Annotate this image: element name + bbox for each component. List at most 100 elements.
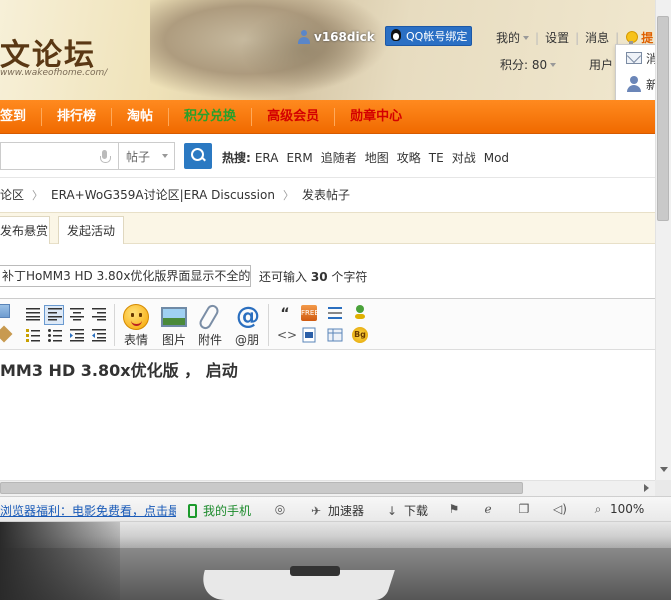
download-label: 下载 — [404, 504, 429, 518]
hot-keyword[interactable]: ERA — [255, 151, 279, 165]
post-type-tabs: 发布悬赏 发起活动 — [0, 212, 655, 244]
scroll-down-arrow-icon[interactable] — [660, 467, 668, 472]
scroll-corner — [655, 480, 671, 496]
divider: | — [615, 30, 620, 45]
mention-button[interactable]: @ @朋 — [230, 302, 264, 348]
zoom-value: 100% — [610, 502, 645, 516]
emoji-button[interactable]: 表情 — [119, 302, 153, 348]
scroll-right-arrow-icon[interactable] — [644, 484, 649, 492]
download-arrow-icon: ↓ — [386, 503, 398, 518]
window-button[interactable]: ❐ — [516, 502, 536, 516]
username-link[interactable]: v168dick — [314, 30, 375, 44]
accelerator-label: 加速器 — [328, 504, 365, 518]
outdent-icon[interactable] — [91, 328, 107, 342]
promo-link[interactable]: 浏览器福利：电影免费看，点击最新 — [0, 502, 176, 519]
user-info[interactable]: v168dick — [298, 28, 375, 46]
tab-event-post[interactable]: 发起活动 — [58, 216, 124, 244]
nav-item-medals[interactable]: 勋章中心 — [335, 108, 417, 126]
quote-icon[interactable]: “ — [277, 306, 293, 322]
nav-item-ranking[interactable]: 排行榜 — [42, 107, 113, 126]
my-phone-label: 我的手机 — [203, 504, 252, 518]
hot-keyword[interactable]: Mod — [484, 151, 509, 165]
hot-search: 热搜: ERA ERM 追随者 地图 攻略 TE 对战 Mod — [222, 149, 517, 166]
title-char-counter: 还可输入 30 个字符 — [259, 268, 367, 285]
at-sign-icon: @ — [236, 302, 260, 330]
nav-item-collections[interactable]: 淘帖 — [112, 107, 170, 126]
download-button[interactable]: ↓ 下载 — [384, 502, 428, 519]
speaker-icon: ◁) — [553, 502, 567, 516]
hot-keyword[interactable]: 攻略 — [397, 149, 421, 166]
image-button[interactable]: 图片 — [157, 302, 191, 348]
sound-button[interactable]: ◁) — [552, 502, 572, 516]
code-icon[interactable]: <> — [277, 327, 297, 343]
accelerator-button[interactable]: ✈ 加速器 — [308, 502, 364, 519]
hot-keyword[interactable]: 对战 — [452, 149, 476, 166]
microphone-icon[interactable] — [100, 150, 111, 164]
background-photo — [0, 522, 671, 600]
chevron-right-icon: 〉 — [32, 188, 44, 202]
align-justify-icon[interactable] — [25, 307, 41, 321]
background-music-icon[interactable]: Bg — [352, 327, 368, 343]
hot-keyword[interactable]: 地图 — [365, 149, 389, 166]
lightbulb-icon — [625, 30, 639, 45]
tab-reward-post[interactable]: 发布悬赏 — [0, 216, 50, 244]
paperclip-icon — [197, 302, 221, 332]
hot-keyword[interactable]: 追随者 — [321, 149, 357, 166]
image-icon — [161, 307, 187, 327]
hide-content-icon[interactable] — [327, 305, 343, 321]
counter-suffix: 个字符 — [331, 270, 368, 284]
editor-content[interactable]: MM3 HD 3.80x优化版 ， 启动 — [0, 357, 238, 381]
divider: | — [535, 30, 540, 45]
post-title-input[interactable]: 补丁HoMM3 HD 3.80x优化版界面显示不全的问 — [0, 265, 251, 287]
word-paste-icon[interactable] — [301, 327, 317, 343]
horizontal-scroll-thumb[interactable] — [0, 482, 523, 494]
align-center-icon[interactable] — [69, 307, 85, 321]
user-link-icon[interactable] — [352, 304, 368, 320]
flag-icon: ⚑ — [448, 502, 460, 516]
table-icon[interactable] — [0, 304, 10, 318]
site-logo-url: www.wakeofhome.com/ — [0, 68, 108, 78]
counter-value: 30 — [310, 270, 328, 284]
unordered-list-icon[interactable] — [47, 328, 63, 342]
chevron-down-icon — [523, 35, 530, 40]
image-label: 图片 — [161, 333, 186, 347]
person-icon — [626, 76, 642, 92]
ie-mode-button[interactable]: ℯ — [480, 502, 500, 516]
free-content-icon[interactable]: FREE — [301, 305, 319, 321]
smiley-icon — [123, 304, 149, 330]
zoom-control[interactable]: ⌕ 100% — [590, 502, 645, 516]
search-button[interactable] — [184, 143, 212, 169]
align-left-icon[interactable] — [47, 307, 63, 321]
align-right-icon[interactable] — [91, 307, 107, 321]
indent-icon[interactable] — [69, 328, 85, 342]
mention-label: @朋 — [234, 333, 259, 347]
nav-item-premium[interactable]: 高级会员 — [252, 107, 336, 126]
qq-penguin-icon — [389, 28, 403, 44]
table-insert-icon[interactable] — [327, 327, 343, 343]
rocket-icon: ✈ — [310, 503, 322, 518]
vertical-scroll-thumb[interactable] — [657, 16, 669, 221]
ie-icon: ℯ — [484, 502, 492, 516]
divider: | — [575, 30, 580, 45]
breadcrumb-forum[interactable]: 论区 — [0, 186, 24, 203]
hot-keyword[interactable]: ERM — [286, 151, 312, 165]
my-menu-link[interactable]: 我的 — [496, 29, 520, 46]
search-type-select[interactable]: 帖子 — [118, 142, 175, 170]
ordered-list-icon[interactable] — [25, 328, 41, 342]
nav-item-points-exchange[interactable]: 积分兑换 — [169, 107, 253, 126]
flag-button[interactable]: ⚑ — [446, 502, 466, 516]
attachment-button[interactable]: 附件 — [193, 302, 227, 348]
nav-item-checkin[interactable]: 签到 — [0, 107, 43, 126]
magnifier-icon: ⌕ — [594, 502, 602, 516]
settings-link[interactable]: 设置 — [545, 29, 569, 46]
hot-keyword[interactable]: TE — [429, 151, 444, 165]
messages-link[interactable]: 消息 — [585, 29, 609, 46]
breadcrumb-era-discussion[interactable]: ERA+WoG359A讨论区|ERA Discussion — [51, 186, 275, 203]
search-type-label: 帖子 — [126, 149, 151, 164]
my-phone-button[interactable]: 我的手机 — [188, 502, 251, 519]
history-button[interactable]: ◎ — [272, 502, 292, 516]
qq-bind-button[interactable]: QQ帐号绑定 — [385, 26, 473, 46]
user-group-link[interactable]: 用户 — [589, 56, 613, 73]
points-menu[interactable]: 积分: 80 — [500, 56, 557, 73]
boat-seat — [290, 566, 340, 576]
